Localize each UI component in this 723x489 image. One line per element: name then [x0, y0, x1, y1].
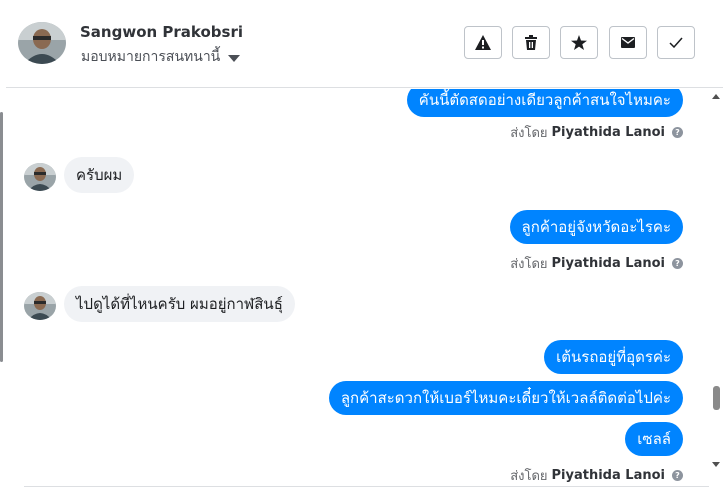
star-button[interactable] — [560, 26, 598, 59]
message-bubble-outgoing: เต้นรถอยู่ที่อุดรค่ะ — [544, 340, 683, 374]
conversation-header: Sangwon Prakobsri มอบหมายการสนทนานี้ — [6, 0, 723, 88]
assign-label: มอบหมายการสนทนานี้ — [81, 49, 221, 65]
agent-name: Piyathida Lanoi — [551, 468, 665, 483]
sent-by-prefix: ส่งโดย — [510, 126, 548, 141]
mail-icon — [621, 37, 635, 48]
info-icon[interactable]: ? — [672, 127, 683, 138]
delete-button[interactable] — [512, 26, 550, 59]
chevron-down-icon — [228, 54, 241, 62]
warning-icon — [475, 35, 491, 50]
message-bubble-incoming: ไปดูได้ที่ไหนครับ ผมอยู่กาฬสินธุ์ — [64, 286, 295, 322]
composer-divider — [24, 486, 709, 487]
message-bubble-incoming: ครับผม — [64, 157, 135, 193]
message-bubble-outgoing: คันนี้ตัดสดอย่างเดียวลูกค้าสนใจไหมคะ — [406, 89, 683, 117]
trash-icon — [525, 35, 537, 50]
message-bubble-outgoing: ลูกค้าสะดวกให้เบอร์ไหมคะเดี๋ยวให้เวลล์ติ… — [328, 381, 683, 415]
thread-scrollbar[interactable] — [709, 89, 723, 489]
scrollbar-thumb[interactable] — [713, 386, 720, 410]
agent-name: Piyathida Lanoi — [551, 256, 665, 271]
message-bubble-outgoing: เซลล์ — [625, 422, 683, 456]
mark-spam-button[interactable] — [464, 26, 502, 59]
contact-avatar-small — [24, 163, 56, 191]
contact-avatar-small — [24, 292, 56, 320]
sent-by-prefix: ส่งโดย — [510, 257, 548, 272]
contact-name: Sangwon Prakobsri — [80, 23, 244, 41]
contact-avatar[interactable] — [18, 22, 66, 64]
scroll-up-arrow-icon[interactable] — [712, 94, 720, 99]
mark-done-button[interactable] — [657, 26, 695, 59]
sent-by-label: ส่งโดย Piyathida Lanoi ? — [510, 465, 683, 486]
message-bubble-outgoing: ลูกค้าอยู่จังหวัดอะไรคะ — [509, 210, 683, 244]
check-icon — [669, 37, 683, 48]
message-thread[interactable]: คันนี้ตัดสดอย่างเดียวลูกค้าสนใจไหมคะ ส่ง… — [6, 89, 709, 489]
sent-by-label: ส่งโดย Piyathida Lanoi ? — [510, 122, 683, 143]
window-edge-scrollbar — [0, 112, 3, 362]
assign-conversation-dropdown[interactable]: มอบหมายการสนทนานี้ — [81, 46, 241, 68]
star-icon — [571, 35, 587, 50]
info-icon[interactable]: ? — [672, 470, 683, 481]
agent-name: Piyathida Lanoi — [551, 125, 665, 140]
sent-by-label: ส่งโดย Piyathida Lanoi ? — [510, 253, 683, 274]
scroll-down-arrow-icon[interactable] — [712, 462, 720, 467]
sent-by-prefix: ส่งโดย — [510, 469, 548, 484]
mark-unread-button[interactable] — [609, 26, 647, 59]
info-icon[interactable]: ? — [672, 258, 683, 269]
